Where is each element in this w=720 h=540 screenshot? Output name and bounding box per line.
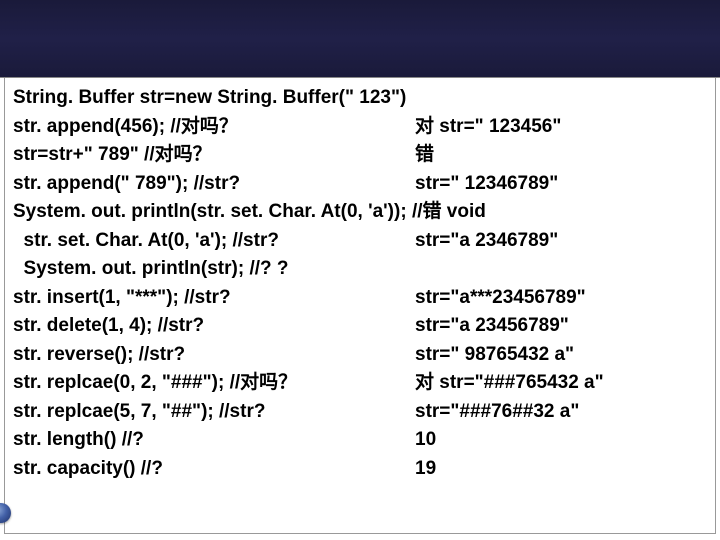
code-right: 19: [415, 455, 707, 484]
code-right: 错: [415, 141, 707, 170]
code-line: str. length() //? 10: [13, 426, 707, 455]
code-right: str="###76##32 a": [415, 398, 707, 427]
code-text: System. out. println(str); //? ?: [13, 258, 289, 279]
code-left: str. replcae(5, 7, "##"); //str?: [13, 398, 415, 427]
code-line: str. capacity() //? 19: [13, 455, 707, 484]
code-right: 10: [415, 426, 707, 455]
code-line: str. append(" 789"); //str? str=" 123467…: [13, 170, 707, 199]
code-left: str. append(456); //对吗？: [13, 113, 415, 142]
code-line: str. insert(1, "***"); //str? str="a***2…: [13, 284, 707, 313]
code-line: str. reverse(); //str? str=" 98765432 a": [13, 341, 707, 370]
code-right: str="a 2346789": [415, 227, 707, 256]
bullet-icon: [0, 503, 11, 523]
code-text: String. Buffer str=new String. Buffer(" …: [13, 87, 406, 108]
code-left: str. replcae(0, 2, "###"); //对吗？: [13, 369, 415, 398]
header-bar: [0, 0, 720, 78]
code-right: str="a***23456789": [415, 284, 707, 313]
code-line: System. out. println(str. set. Char. At(…: [13, 198, 707, 227]
code-line: str. replcae(0, 2, "###"); //对吗？ 对 str="…: [13, 369, 707, 398]
code-right: str="a 23456789": [415, 312, 707, 341]
code-line: str. delete(1, 4); //str? str="a 2345678…: [13, 312, 707, 341]
code-line: String. Buffer str=new String. Buffer(" …: [13, 84, 707, 113]
code-right: str=" 98765432 a": [415, 341, 707, 370]
code-text: System. out. println(str. set. Char. At(…: [13, 201, 486, 222]
code-left: str. reverse(); //str?: [13, 341, 415, 370]
code-left: str. capacity() //?: [13, 455, 415, 484]
code-line: str. replcae(5, 7, "##"); //str? str="##…: [13, 398, 707, 427]
code-line: System. out. println(str); //? ?: [13, 255, 707, 284]
code-left: str. insert(1, "***"); //str?: [13, 284, 415, 313]
code-right: 对 str="###765432 a": [415, 369, 707, 398]
code-left: str=str+" 789" //对吗？: [13, 141, 415, 170]
code-left: str. set. Char. At(0, 'a'); //str?: [13, 227, 415, 256]
code-line: str. append(456); //对吗？ 对 str=" 123456": [13, 113, 707, 142]
code-left: str. delete(1, 4); //str?: [13, 312, 415, 341]
content-frame: String. Buffer str=new String. Buffer(" …: [4, 78, 716, 534]
code-right: str=" 12346789": [415, 170, 707, 199]
code-line: str. set. Char. At(0, 'a'); //str? str="…: [13, 227, 707, 256]
code-line: str=str+" 789" //对吗？ 错: [13, 141, 707, 170]
code-left: str. length() //?: [13, 426, 415, 455]
code-right: 对 str=" 123456": [415, 113, 707, 142]
code-left: str. append(" 789"); //str?: [13, 170, 415, 199]
